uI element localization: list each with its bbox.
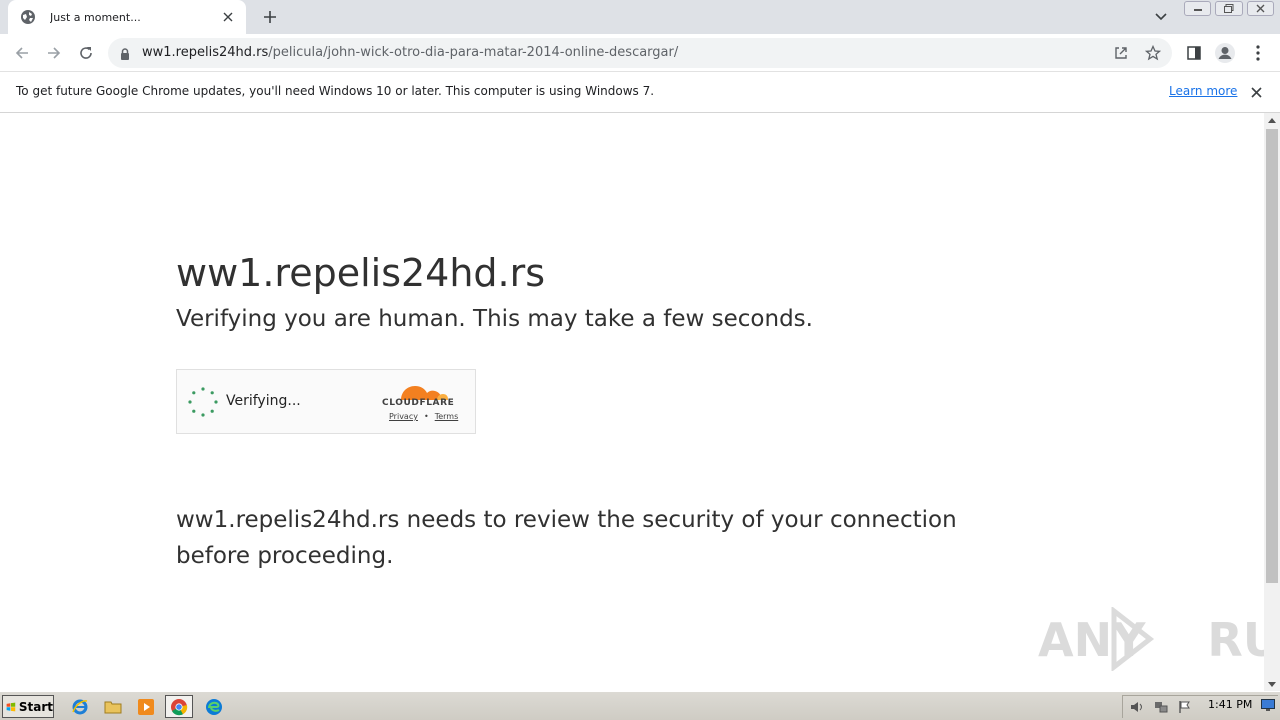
spinner-icon (188, 387, 218, 417)
reload-icon[interactable] (74, 41, 98, 65)
verifying-status: Verifying... (226, 393, 301, 409)
infobar-message: To get future Google Chrome updates, you… (16, 84, 655, 98)
edge-icon[interactable] (200, 695, 228, 718)
lock-icon[interactable] (120, 46, 130, 65)
scroll-down-arrow-icon[interactable] (1264, 677, 1280, 691)
cloudflare-wordmark: CLOUDFLARE (382, 398, 455, 408)
verification-subtitle: Verifying you are human. This may take a… (176, 306, 813, 332)
page-scrollbar[interactable] (1264, 113, 1280, 691)
show-desktop-icon[interactable] (1260, 696, 1276, 714)
start-label: Start (18, 699, 53, 714)
watermark-text: ANY RUN (1038, 613, 1264, 667)
minimize-button[interactable] (1184, 1, 1212, 16)
url-path: /pelicula/john-wick-otro-dia-para-matar-… (268, 45, 679, 60)
link-separator: • (423, 412, 429, 421)
forward-arrow-icon[interactable] (42, 41, 66, 65)
learn-more-link[interactable]: Learn more (1169, 84, 1237, 98)
url-host: ww1.repelis24hd.rs (142, 45, 269, 60)
privacy-link[interactable]: Privacy (389, 412, 418, 421)
network-icon[interactable] (1151, 698, 1171, 716)
cloudflare-challenge-widget[interactable]: Verifying... CLOUDFLARE Privacy • Terms (176, 369, 476, 434)
tab-title: Just a moment... (50, 10, 141, 24)
start-button[interactable]: Start (2, 695, 54, 718)
close-icon[interactable] (1248, 84, 1264, 100)
folder-icon[interactable] (99, 695, 127, 718)
system-tray (1122, 695, 1278, 718)
page-title: ww1.repelis24hd.rs (176, 251, 546, 295)
speaker-icon[interactable] (1127, 698, 1147, 716)
page-content: ww1.repelis24hd.rs Verifying you are hum… (0, 113, 1264, 691)
side-panel-icon[interactable] (1182, 41, 1206, 65)
address-bar[interactable]: ww1.repelis24hd.rs/pelicula/john-wick-ot… (108, 38, 1172, 68)
terms-link[interactable]: Terms (435, 412, 459, 421)
windows-flag-icon (6, 702, 16, 711)
scroll-up-arrow-icon[interactable] (1264, 113, 1280, 127)
restore-button[interactable] (1215, 1, 1243, 16)
scrollbar-thumb[interactable] (1266, 129, 1278, 583)
close-icon[interactable] (220, 9, 236, 25)
action-center-flag-icon[interactable] (1175, 698, 1195, 716)
browser-tab[interactable]: Just a moment... (8, 0, 246, 34)
bookmark-star-icon[interactable] (1144, 44, 1162, 62)
tab-search-chevron-icon[interactable] (1150, 6, 1172, 28)
media-player-icon[interactable] (132, 695, 160, 718)
window-controls (1184, 1, 1274, 17)
new-tab-button[interactable] (258, 6, 282, 28)
browser-toolbar: ww1.repelis24hd.rs/pelicula/john-wick-ot… (0, 34, 1280, 72)
cloudflare-links: Privacy • Terms (389, 412, 458, 421)
anyrun-watermark: ANY RUN (1038, 605, 1264, 673)
tab-strip: Just a moment... (0, 0, 1280, 34)
windows-taskbar: Start 1:41 PM (0, 691, 1280, 720)
profile-avatar-icon[interactable] (1213, 41, 1237, 65)
url-text[interactable]: ww1.repelis24hd.rs/pelicula/john-wick-ot… (142, 45, 678, 60)
window-close-button[interactable] (1246, 1, 1274, 16)
share-icon[interactable] (1112, 44, 1130, 62)
taskbar-clock[interactable]: 1:41 PM (1208, 698, 1252, 711)
back-arrow-icon[interactable] (10, 41, 34, 65)
chrome-icon[interactable] (165, 695, 193, 718)
internet-explorer-icon[interactable] (66, 695, 94, 718)
security-review-text: ww1.repelis24hd.rs needs to review the s… (176, 507, 957, 569)
update-infobar: To get future Google Chrome updates, you… (0, 72, 1280, 113)
globe-icon (20, 9, 36, 25)
kebab-menu-icon[interactable] (1246, 41, 1270, 65)
